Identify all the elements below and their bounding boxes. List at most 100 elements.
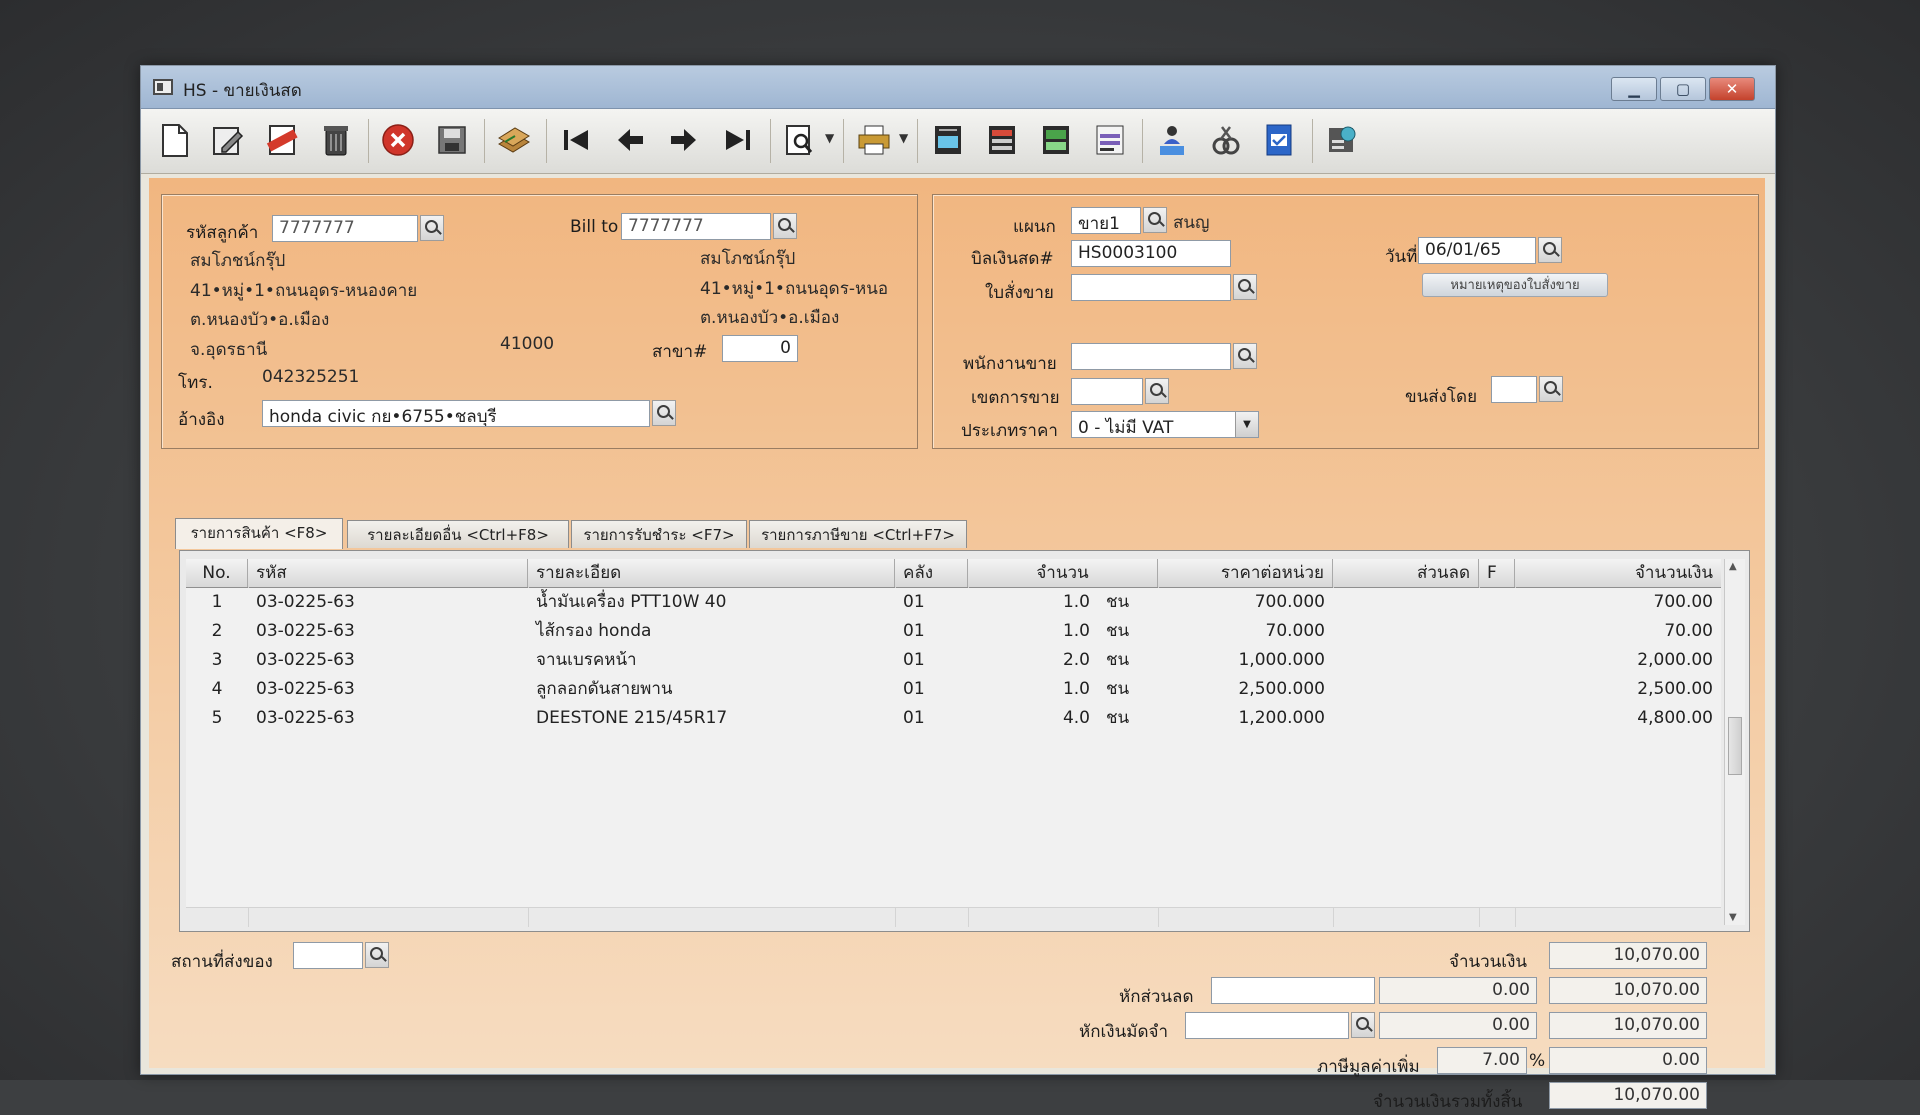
cell-no: 5 [211,708,223,728]
settings-icon[interactable] [1321,119,1363,161]
save-icon[interactable] [431,119,473,161]
department-search-icon[interactable] [1143,207,1167,233]
column-header-unit-price[interactable]: ราคาต่อหน่วย [1158,559,1333,587]
date-field[interactable]: 06/01/65 [1418,237,1536,264]
column-header-quantity[interactable]: จำนวน [968,559,1158,587]
discount-amount-field[interactable]: 0.00 [1379,977,1537,1004]
search-dropdown-icon[interactable]: ▼ [825,131,834,145]
reference-field[interactable]: honda civic กย•6755•ชลบุรี [262,400,650,427]
reference-search-icon[interactable] [652,400,676,426]
bill-to-field[interactable]: 7777777 [621,213,771,240]
customer-code-field[interactable]: 7777777 [272,215,418,242]
cell-discount [1333,588,1479,617]
column-header-no[interactable]: No. [186,559,248,587]
chevron-down-icon[interactable]: ▼ [1235,412,1258,437]
new-document-icon[interactable] [153,119,195,161]
deposit-text-field[interactable] [1185,1012,1349,1039]
branch-field[interactable]: 0 [722,335,798,362]
table-row-empty[interactable] [186,791,1721,821]
sales-order-field[interactable] [1071,274,1231,301]
deposit-amount-field[interactable]: 0.00 [1379,1012,1537,1039]
cancel-icon[interactable] [377,119,419,161]
print-icon[interactable] [853,119,895,161]
scroll-up-icon[interactable]: ▲ [1729,561,1737,572]
department-field[interactable]: ขาย1 [1071,207,1141,234]
tab-other-details[interactable]: รายละเอียดอื่น <Ctrl+F8> [347,520,569,548]
toolbar-separator [1312,119,1313,163]
first-record-icon[interactable] [555,119,597,161]
minimize-button[interactable]: ▁ [1611,77,1657,101]
ship-place-field[interactable] [293,942,363,969]
cell-warehouse: 01 [903,650,925,670]
sales-area-label: เขตการขาย [971,388,1060,408]
delete-bin-icon[interactable] [315,119,357,161]
ship-place-search-icon[interactable] [365,942,389,968]
scroll-down-icon[interactable]: ▼ [1729,912,1737,923]
cell-unit-price: 1,200.000 [1238,708,1325,728]
cell-f [1479,675,1515,704]
tab-sales-tax[interactable]: รายการภาษีขาย <Ctrl+F7> [749,520,967,548]
order-note-button[interactable]: หมายเหตุของใบสั่งขาย [1422,273,1608,297]
ship-by-search-icon[interactable] [1539,376,1563,402]
cell-no: 4 [211,679,223,699]
tax-icon[interactable] [1035,119,1077,161]
column-header-amount[interactable]: จำนวนเงิน [1515,559,1721,587]
table-row[interactable]: 4 03-0225-63 ลูกลอกดันสายพาน 01 1.0 ชน 2… [186,675,1721,705]
maximize-button[interactable]: ▢ [1660,77,1706,101]
calculator-icon[interactable] [981,119,1023,161]
cash-bill-field[interactable]: HS0003100 [1071,240,1231,267]
salesman-search-icon[interactable] [1233,343,1257,369]
table-row[interactable]: 1 03-0225-63 น้ำมันเครื่อง PTT10W 40 01 … [186,588,1721,618]
sales-area-field[interactable] [1071,378,1143,405]
table-row[interactable]: 3 03-0225-63 จานเบรคหน้า 01 2.0 ชน 1,000… [186,646,1721,676]
column-header-description[interactable]: รายละเอียด [528,559,895,587]
items-table: No. รหัส รายละเอียด คลัง จำนวน ราคาต่อหน… [179,550,1750,932]
discount-text-field[interactable] [1211,977,1375,1004]
table-row-empty[interactable] [186,849,1721,879]
table-row-empty[interactable] [186,762,1721,792]
ship-by-field[interactable] [1491,376,1537,403]
bill-to-search-icon[interactable] [773,213,797,239]
search-document-icon[interactable] [779,119,821,161]
stack-icon[interactable] [493,119,535,161]
user-approve-icon[interactable] [1151,119,1193,161]
column-header-code[interactable]: รหัส [248,559,528,587]
edit-icon[interactable] [207,119,249,161]
cell-no: 3 [211,650,223,670]
cell-description: ลูกลอกดันสายพาน [536,679,673,699]
table-row[interactable]: 2 03-0225-63 ไส้กรอง honda 01 1.0 ชน 70.… [186,617,1721,647]
vat-rate-field[interactable]: 7.00 [1437,1047,1527,1074]
table-row[interactable]: 5 03-0225-63 DEESTONE 215/45R17 01 4.0 ช… [186,704,1721,734]
ship-by-label: ขนส่งโดย [1405,387,1478,407]
tools-icon[interactable] [1205,119,1247,161]
table-row-empty[interactable] [186,820,1721,850]
sales-order-search-icon[interactable] [1233,274,1257,300]
table-row-empty[interactable] [186,878,1721,908]
void-icon[interactable] [261,119,303,161]
scrollbar-thumb[interactable] [1728,717,1742,775]
ok-document-icon[interactable] [1259,119,1301,161]
close-button[interactable]: ✕ [1709,77,1755,101]
table-row-empty[interactable] [186,733,1721,763]
price-type-select[interactable]: 0 - ไม่มี VAT ▼ [1071,411,1259,438]
tab-payments[interactable]: รายการรับชำระ <F7> [571,520,747,548]
table-scrollbar[interactable]: ▲ ▼ [1724,559,1745,925]
table-header: No. รหัส รายละเอียด คลัง จำนวน ราคาต่อหน… [186,559,1721,588]
print-dropdown-icon[interactable]: ▼ [899,131,908,145]
column-header-discount[interactable]: ส่วนลด [1333,559,1479,587]
date-picker-icon[interactable] [1538,237,1562,263]
report-icon[interactable] [1089,119,1131,161]
column-header-f[interactable]: F [1479,559,1515,587]
customer-search-icon[interactable] [420,215,444,241]
form-icon[interactable] [927,119,969,161]
column-header-warehouse[interactable]: คลัง [895,559,968,587]
sales-area-search-icon[interactable] [1145,378,1169,404]
previous-record-icon[interactable] [609,119,651,161]
next-record-icon[interactable] [663,119,705,161]
salesman-field[interactable] [1071,343,1231,370]
last-record-icon[interactable] [717,119,759,161]
amount-field: 10,070.00 [1549,942,1707,969]
tab-items[interactable]: รายการสินค้า <F8> [175,518,343,549]
amount-label: จำนวนเงิน [1449,952,1528,972]
deposit-search-icon[interactable] [1351,1012,1375,1038]
